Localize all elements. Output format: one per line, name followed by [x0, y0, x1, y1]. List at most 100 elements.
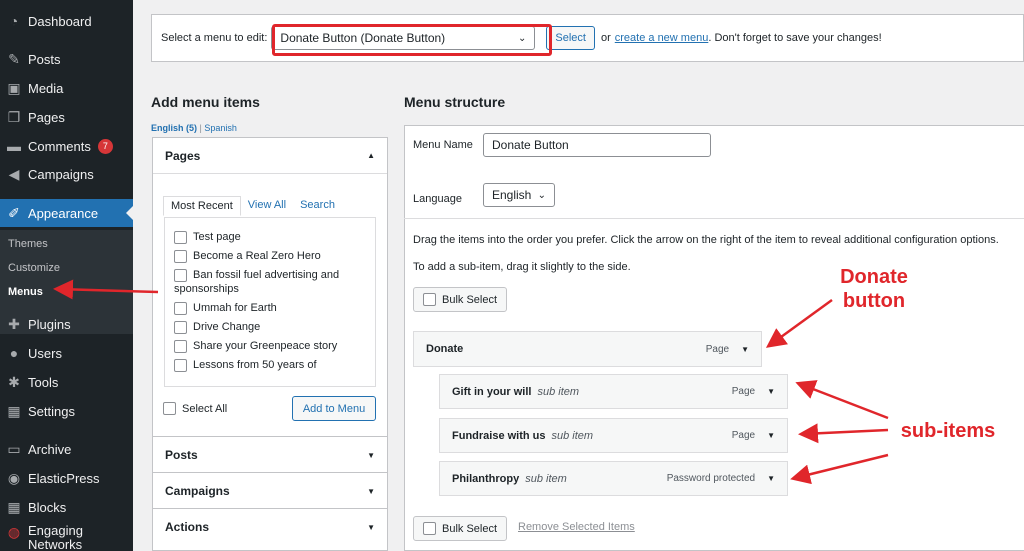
list-item[interactable]: Ummah for Earth [174, 301, 375, 315]
menu-item-title: Gift in your will [452, 385, 532, 398]
sidebar-item-comments[interactable]: ▬ Comments 7 [0, 133, 133, 159]
remove-selected-items-link[interactable]: Remove Selected Items [518, 521, 635, 533]
sidebar-item-pages[interactable]: ❐ Pages [0, 104, 133, 130]
menu-item-type: Page [705, 343, 730, 355]
list-item[interactable]: Drive Change [174, 320, 375, 334]
list-item-label: Share your Greenpeace story [193, 340, 338, 352]
lang-spanish-link[interactable]: Spanish [204, 123, 237, 133]
sidebar-item-label: Tools [28, 374, 59, 390]
menu-name-value: Donate Button [492, 138, 569, 152]
annotation-text-line: Donate [840, 266, 908, 288]
submenu-item-customize[interactable]: Customize [8, 262, 60, 274]
menu-item-subtag: sub item [551, 429, 594, 442]
megaphone-icon: ◀ [8, 165, 20, 182]
submenu-item-menus[interactable]: Menus [8, 286, 43, 298]
menu-name-label: Menu Name [413, 139, 473, 151]
list-item-label: Drive Change [193, 321, 261, 333]
select-all-row[interactable]: Select All [163, 402, 227, 415]
sidebar-item-elasticpress[interactable]: ◉ ElasticPress [0, 465, 133, 491]
checkbox[interactable] [174, 249, 187, 263]
lang-separator: | [199, 123, 202, 133]
expand-arrow-icon[interactable]: ▼ [741, 345, 749, 354]
list-item-label: Become a Real Zero Hero [193, 250, 321, 262]
comments-count-badge: 7 [97, 138, 113, 154]
menu-item-fundraise-with-us[interactable]: Fundraise with us sub item Page ▼ [439, 418, 788, 453]
annotation-text-line: button [842, 290, 906, 312]
menu-item-subtag: sub item [525, 472, 567, 485]
sidebar-item-archive[interactable]: ▭ Archive [0, 436, 133, 462]
select-all-checkbox[interactable] [163, 402, 176, 415]
sidebar-item-media[interactable]: ▣ Media [0, 75, 133, 101]
sidebar-item-label: Engaging Networks [28, 523, 83, 551]
menu-item-title: Donate [426, 343, 464, 355]
sidebar-item-plugins[interactable]: ✚ Plugins [0, 311, 133, 337]
menu-item-philanthropy[interactable]: Philanthropy sub item Password protected… [439, 461, 788, 496]
sidebar-item-tools[interactable]: ✱ Tools [0, 369, 133, 395]
sidebar-item-users[interactable]: ● Users [0, 340, 133, 366]
create-menu-link[interactable]: create a new menu [615, 32, 709, 44]
dashboard-icon: ◔ [9, 13, 19, 29]
sidebar-item-engaging-networks[interactable]: ◍ Engaging Networks [0, 524, 133, 551]
sidebar-item-dashboard[interactable]: ◔ Dashboard [0, 8, 133, 34]
posts-accordion[interactable]: Posts ▼ [152, 436, 388, 474]
select-button[interactable]: Select [546, 26, 595, 50]
tab-view-all[interactable]: View All [241, 196, 293, 216]
campaigns-accordion[interactable]: Campaigns ▼ [152, 472, 388, 510]
menu-name-input[interactable]: Donate Button [483, 133, 711, 157]
expand-arrow-icon[interactable]: ▼ [767, 474, 775, 483]
chevron-down-icon: ⌄ [537, 189, 546, 201]
expand-arrow-icon[interactable]: ▼ [767, 387, 775, 396]
engaging-networks-icon: ◍ [7, 524, 21, 540]
list-item[interactable]: Share your Greenpeace story [174, 339, 375, 353]
bulk-select-top-button[interactable]: Bulk Select [413, 287, 508, 312]
checkbox[interactable] [174, 301, 187, 315]
drag-instructions: Drag the items into the order you prefer… [413, 234, 999, 246]
list-item[interactable]: Ban fossil fuel advertising and [174, 268, 375, 282]
list-item-label: Ummah for Earth [193, 302, 277, 314]
sidebar-item-appearance[interactable]: ✐ Appearance [0, 199, 133, 227]
sidebar-item-settings[interactable]: ▦ Settings [0, 398, 133, 424]
sidebar-item-campaigns[interactable]: ◀ Campaigns [0, 161, 133, 187]
bulk-select-checkbox[interactable] [423, 522, 436, 535]
menu-item-gift-in-your-will[interactable]: Gift in your will sub item Page ▼ [439, 374, 788, 409]
lang-english-link[interactable]: English (5) [151, 123, 197, 133]
language-select[interactable]: English ⌄ [483, 183, 555, 207]
pages-tabs: Most Recent View All Search [163, 196, 342, 216]
campaigns-accordion-header[interactable]: Campaigns ▼ [153, 473, 387, 509]
bulk-select-bottom-button[interactable]: Bulk Select [413, 516, 508, 541]
campaigns-accordion-title: Campaigns [165, 484, 230, 498]
plugin-icon: ✚ [8, 315, 20, 332]
bulk-select-checkbox[interactable] [423, 293, 436, 306]
sidebar-item-posts[interactable]: ✎ Posts [0, 46, 133, 72]
archive-icon: ▭ [7, 440, 21, 457]
checkbox[interactable] [174, 230, 187, 244]
pages-accordion-header[interactable]: Pages ▲ [153, 138, 387, 174]
menu-item-type: Password protected [666, 473, 756, 484]
list-item[interactable]: Lessons from 50 years of [174, 358, 375, 372]
tab-search[interactable]: Search [293, 196, 342, 216]
posts-accordion-header[interactable]: Posts ▼ [153, 437, 387, 473]
list-item[interactable]: Become a Real Zero Hero [174, 249, 375, 263]
menu-item-donate[interactable]: Donate Page ▼ [413, 331, 762, 367]
sidebar-item-label: Campaigns [28, 166, 94, 182]
checkbox[interactable] [174, 320, 187, 334]
select-menu-label: Select a menu to edit: [161, 32, 268, 44]
expand-arrow-icon[interactable]: ▼ [767, 431, 775, 440]
list-item[interactable]: Test page [174, 230, 375, 244]
menu-item-subtag: sub item [537, 385, 580, 398]
bulk-select-label: Bulk Select [442, 522, 498, 535]
actions-accordion-header[interactable]: Actions ▼ [153, 509, 387, 545]
list-item-label: Ban fossil fuel advertising and [193, 269, 340, 281]
checkbox[interactable] [174, 358, 187, 372]
tab-most-recent[interactable]: Most Recent [163, 196, 241, 216]
actions-accordion[interactable]: Actions ▼ [152, 508, 388, 551]
chevron-down-icon: ▼ [367, 450, 375, 460]
annotation-sub-items: sub-items [900, 420, 996, 442]
add-to-menu-button[interactable]: Add to Menu [292, 396, 376, 421]
sidebar-item-label: Pages [28, 109, 65, 125]
sidebar-item-blocks[interactable]: ▦ Blocks [0, 494, 133, 520]
checkbox[interactable] [174, 268, 187, 282]
submenu-item-themes[interactable]: Themes [8, 238, 48, 250]
comment-icon: ▬ [7, 138, 21, 154]
checkbox[interactable] [174, 339, 187, 353]
